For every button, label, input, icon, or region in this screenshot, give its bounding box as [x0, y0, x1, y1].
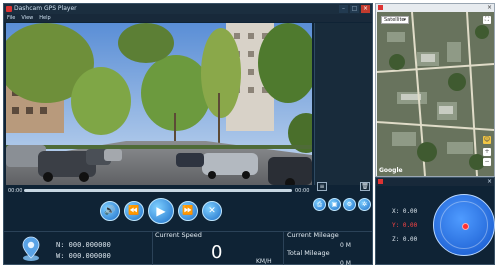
video-side-panel: [314, 23, 372, 185]
satellite-map[interactable]: Satellite ⛶ ☺ + − Google: [377, 12, 494, 176]
fullscreen-icon[interactable]: ⛶: [483, 16, 491, 24]
gyro-close-button[interactable]: ×: [487, 178, 492, 185]
volume-icon: 🔊: [104, 206, 116, 216]
axis-z: Z: 0.00: [392, 236, 418, 243]
current-mileage-value: 0 M: [340, 242, 351, 249]
network-icon: ✲: [361, 201, 368, 208]
menu-file[interactable]: File: [7, 14, 15, 22]
export-icon: ⎙: [317, 201, 322, 208]
play-button[interactable]: ▶: [148, 198, 174, 224]
network-button[interactable]: ✲: [358, 198, 371, 211]
axis-y: Y: 0.00: [392, 222, 418, 229]
app-icon: [6, 6, 12, 12]
speed-value: 0: [211, 242, 223, 263]
gps-pin-icon: [22, 236, 40, 261]
coord-north: N: 000.000000: [56, 241, 111, 249]
settings-icon: ⚙: [346, 201, 353, 208]
stop-button[interactable]: ✕: [202, 201, 222, 221]
menu-help[interactable]: Help: [39, 14, 50, 22]
minimize-button[interactable]: –: [339, 5, 348, 13]
map-window: × Satellite ▾ ⛶ ☺ + − Google: [375, 3, 495, 177]
play-icon: ▶: [156, 204, 166, 218]
zoom-out-icon[interactable]: −: [483, 158, 491, 166]
map-imagery: [377, 12, 494, 176]
player-window: Dashcam GPS Player – □ × File View Help: [3, 3, 373, 265]
window-buttons: – □ ×: [339, 4, 370, 14]
total-mileage-label: Total Mileage: [287, 249, 330, 257]
video-view[interactable]: [6, 23, 312, 185]
delete-icon[interactable]: 🗑: [360, 182, 370, 191]
g-sensor-dial: [433, 194, 495, 256]
menubar: File View Help: [4, 14, 372, 22]
menu-view[interactable]: View: [21, 14, 33, 22]
map-app-icon: [378, 5, 383, 10]
zoom-in-icon[interactable]: +: [483, 148, 491, 156]
separator: [152, 231, 153, 265]
player-titlebar: Dashcam GPS Player – □ ×: [4, 4, 372, 14]
coord-west: W: 000.000000: [56, 252, 111, 260]
separator: [283, 231, 284, 265]
settings-button[interactable]: ⚙: [343, 198, 356, 211]
google-logo: Google: [379, 167, 403, 174]
axis-x: X: 0.00: [392, 208, 418, 215]
snapshot-button[interactable]: ▣: [328, 198, 341, 211]
fast-forward-button[interactable]: ⏩: [178, 201, 198, 221]
map-close-button[interactable]: ×: [487, 4, 492, 11]
progress-bar[interactable]: [24, 189, 292, 192]
time-end: 00:00: [295, 188, 310, 194]
current-mileage-label: Current Mileage: [287, 231, 339, 239]
speed-label: Current Speed: [155, 231, 202, 239]
g-sensor-ball: [462, 223, 469, 230]
rewind-icon: ⏪: [128, 206, 140, 216]
gyro-app-icon: [378, 179, 383, 184]
time-start: 00:00: [8, 188, 23, 194]
list-icon[interactable]: ≡: [317, 182, 327, 191]
export-button[interactable]: ⎙: [313, 198, 326, 211]
gyro-titlebar: ×: [376, 178, 494, 186]
volume-button[interactable]: 🔊: [100, 201, 120, 221]
maximize-button[interactable]: □: [350, 5, 359, 13]
stop-icon: ✕: [208, 206, 216, 216]
desktop: Dashcam GPS Player – □ × File View Help: [0, 0, 496, 265]
snapshot-icon: ▣: [331, 201, 338, 208]
total-mileage-value: 0 M: [340, 260, 351, 265]
fast-forward-icon: ⏩: [182, 206, 194, 216]
gyro-window: × X: 0.00 Y: 0.00 Z: 0.00: [375, 177, 495, 265]
street-view-icon[interactable]: ☺: [483, 136, 491, 144]
map-titlebar: ×: [376, 4, 494, 12]
close-button[interactable]: ×: [361, 5, 370, 13]
speed-unit: KM/H: [256, 258, 272, 265]
coordinates: N: 000.000000 W: 000.000000: [56, 240, 111, 262]
rewind-button[interactable]: ⏪: [124, 201, 144, 221]
street-scene: [6, 23, 312, 185]
player-title: Dashcam GPS Player: [14, 5, 77, 12]
map-type-select[interactable]: Satellite: [381, 16, 409, 24]
